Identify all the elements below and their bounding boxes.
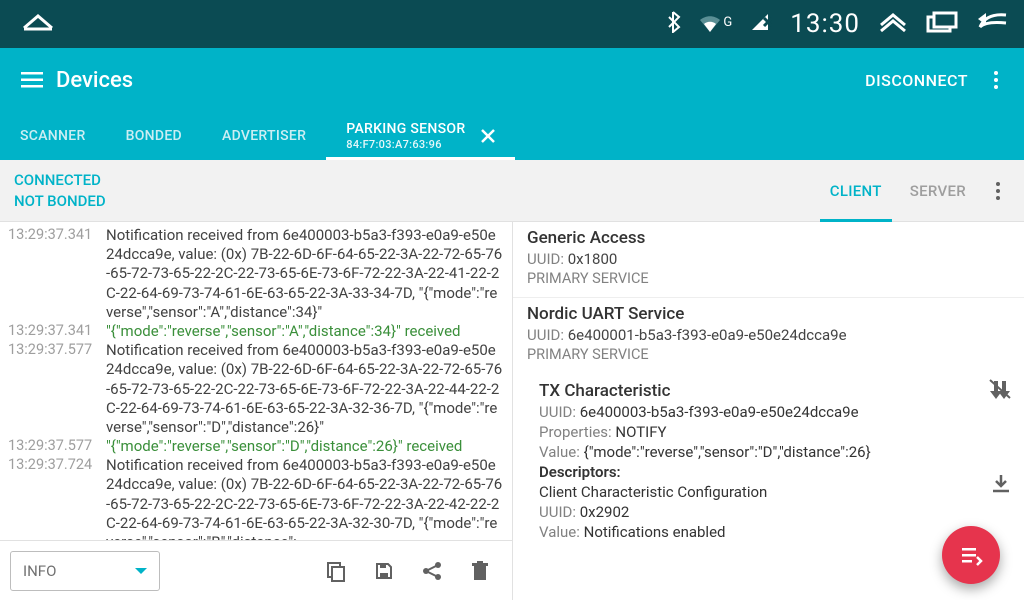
log-item: 13:29:37.341 Notification received from … [8,226,504,322]
log-item: 13:29:37.577 Notification received from … [8,341,504,437]
log-level-dropdown[interactable]: INFO [10,551,160,591]
device-tabs: SCANNER BONDED ADVERTISER PARKING SENSOR… [0,112,1024,160]
services-panel[interactable]: Generic Access UUID: 0x1800 PRIMARY SERV… [512,222,1024,600]
connection-status: CONNECTED NOT BONDED [14,170,106,211]
network-badge: G [723,15,732,30]
tab-device-mac: 84:F7:03:A7:63:96 [346,138,441,151]
recents-icon[interactable] [926,11,958,37]
fab-request-button[interactable] [942,526,1000,584]
log-item: 13:29:37.577 "{"mode":"reverse","sensor"… [8,437,504,456]
app-title: Devices [56,68,133,93]
log-panel: 13:29:37.341 Notification received from … [0,222,512,600]
wifi-icon: G [699,15,732,33]
download-descriptor-icon[interactable] [990,473,1012,499]
delete-button[interactable] [458,549,502,593]
appbar: Devices DISCONNECT [0,48,1024,112]
clock: 13:30 [790,9,860,39]
chevron-down-icon [135,568,147,574]
notify-toggle-icon[interactable] [988,377,1012,405]
log-item: 13:29:37.341 "{"mode":"reverse","sensor"… [8,322,504,341]
log-item: 13:29:37.724 Notification received from … [8,456,504,540]
tab-scanner[interactable]: SCANNER [0,112,106,160]
appbar-overflow[interactable] [976,60,1016,100]
log-list[interactable]: 13:29:37.341 Notification received from … [0,222,512,540]
back-icon[interactable] [976,11,1010,37]
bluetooth-icon [667,11,681,37]
menu-button[interactable] [8,56,56,104]
share-button[interactable] [410,549,454,593]
expand-icon[interactable] [878,11,908,37]
service-generic-access[interactable]: Generic Access UUID: 0x1800 PRIMARY SERV… [513,222,1024,298]
close-tab-icon[interactable] [477,125,499,147]
copy-button[interactable] [314,549,358,593]
service-nordic-uart[interactable]: Nordic UART Service UUID: 6e400001-b5a3-… [513,298,1024,373]
save-button[interactable] [362,549,406,593]
disconnect-button[interactable]: DISCONNECT [857,71,976,90]
tab-client[interactable]: CLIENT [816,160,896,221]
characteristic-tx[interactable]: TX Characteristic UUID: 6e400003-b5a3-f3… [513,373,1024,549]
signal-icon [750,12,772,36]
home-icon[interactable] [20,12,56,36]
substatus-overflow[interactable] [980,160,1016,221]
tab-bonded[interactable]: BONDED [106,112,202,160]
android-statusbar: G 13:30 [0,0,1024,48]
tab-server[interactable]: SERVER [896,160,980,221]
log-toolbar: INFO [0,540,512,600]
tab-device[interactable]: PARKING SENSOR 84:F7:03:A7:63:96 [326,112,509,160]
connection-status-bar: CONNECTED NOT BONDED CLIENT SERVER [0,160,1024,222]
tab-advertiser[interactable]: ADVERTISER [202,112,326,160]
